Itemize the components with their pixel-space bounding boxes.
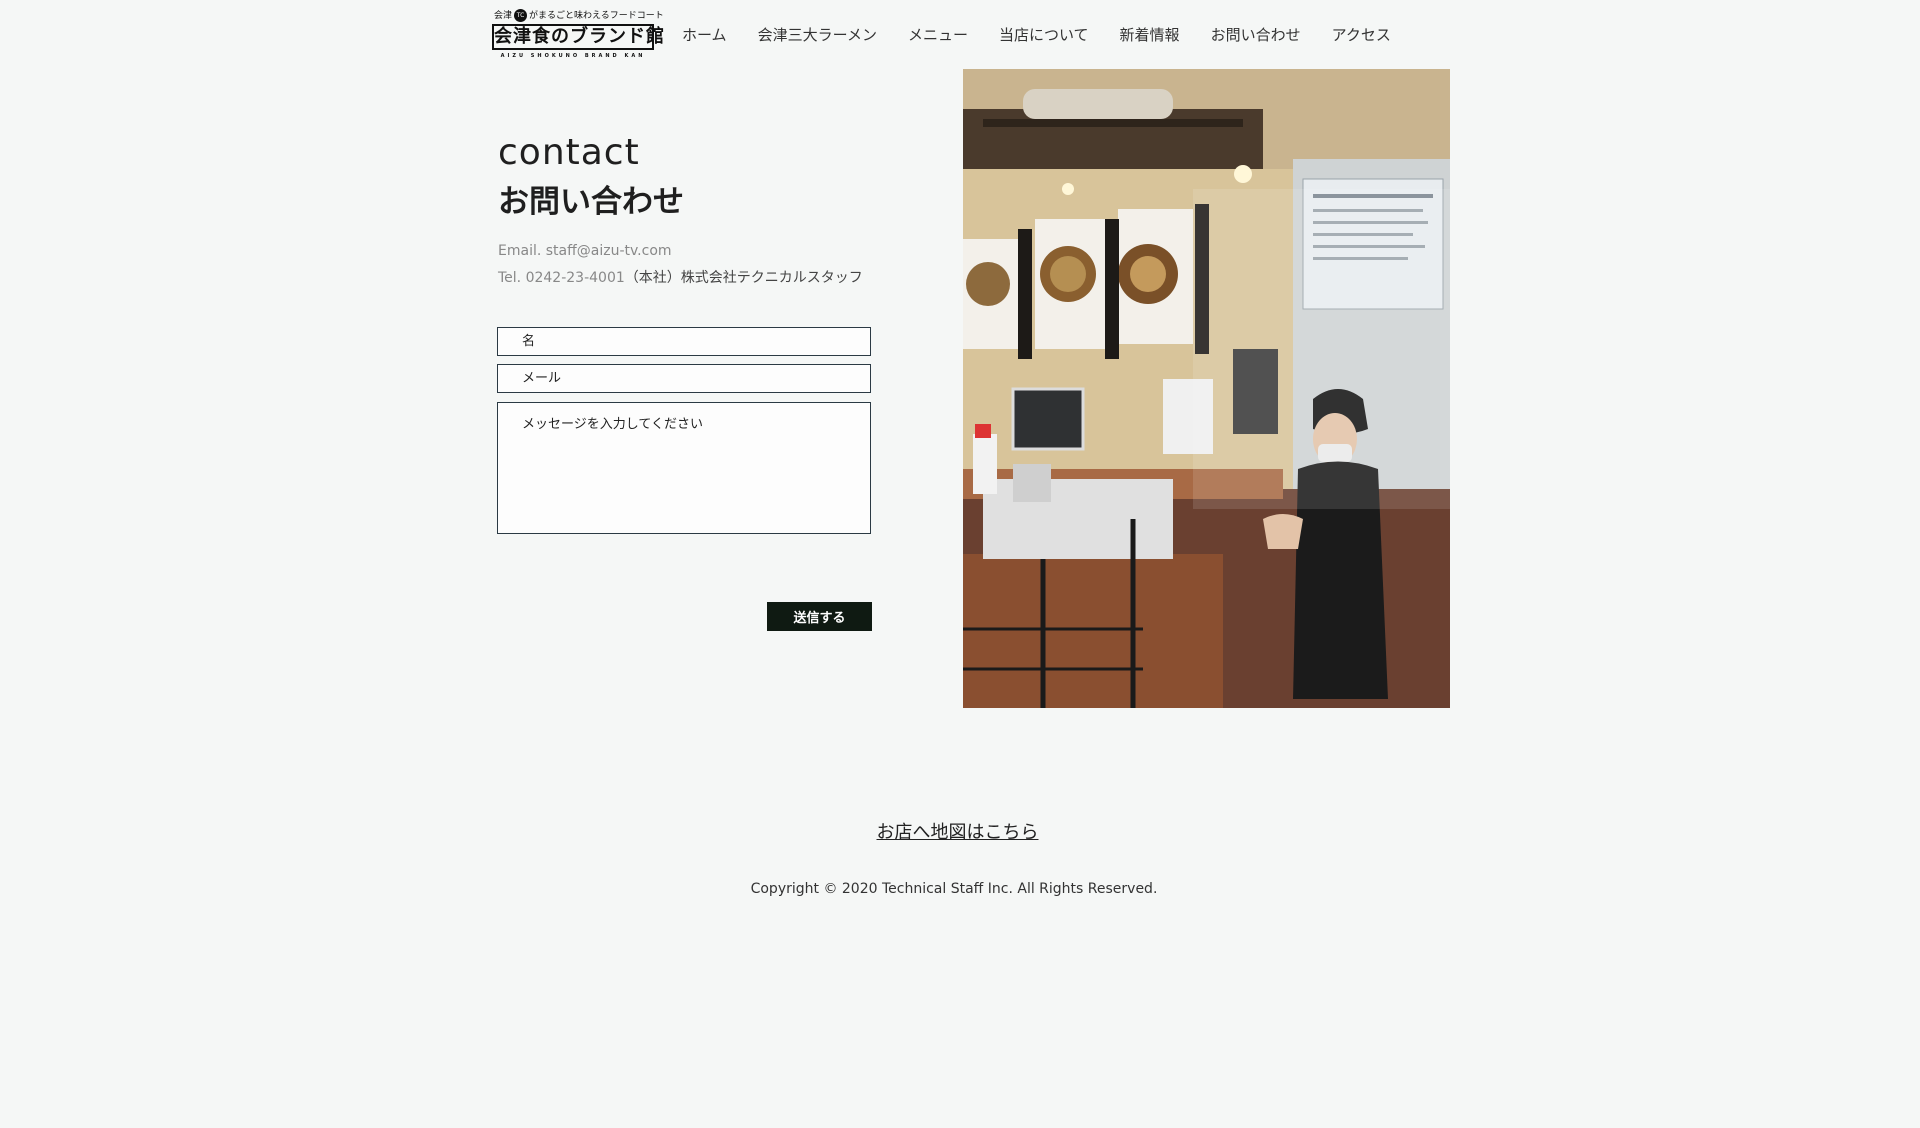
nav-item-about[interactable]: 当店について [999, 24, 1089, 48]
nav-item-ramen[interactable]: 会津三大ラーメン [758, 24, 877, 48]
message-field[interactable] [497, 402, 871, 534]
contact-tel-number[interactable]: Tel. 0242-23-4001 [498, 270, 625, 286]
submit-button[interactable]: 送信する [767, 602, 872, 631]
name-field[interactable] [497, 327, 871, 356]
contact-company: （本社）株式会社テクニカルスタッフ [624, 270, 863, 286]
email-field[interactable] [497, 364, 871, 393]
logo-tagline-suffix: がまるごと味わえるフードコート [529, 11, 664, 21]
contact-email[interactable]: Email. staff@aizu-tv.com [498, 243, 672, 259]
copyright-text: Copyright © 2020 Technical Staff Inc. Al… [750, 881, 1158, 897]
restaurant-counter-photo [963, 69, 1450, 708]
logo-tagline-prefix: 会津 [494, 11, 513, 21]
main-nav: ホーム 会津三大ラーメン メニュー 当店について 新着情報 お問い合わせ アクセ… [682, 24, 1422, 48]
logo-subtitle: AIZU SHOKUNO BRAND KAN [500, 53, 646, 59]
nav-item-contact[interactable]: お問い合わせ [1211, 24, 1301, 48]
contact-title-en: contact [498, 132, 640, 173]
contact-tel: Tel. 0242-23-4001（本社）株式会社テクニカルスタッフ [498, 267, 863, 287]
nav-item-home[interactable]: ホーム [682, 24, 727, 48]
restaurant-photo-illustration [963, 69, 1450, 708]
contact-title-ja: お問い合わせ [498, 184, 684, 220]
site-logo[interactable]: 会津 TC がまるごと味わえるフードコート 会津食のブランド館 AIZU SHOKU… [492, 8, 664, 60]
nav-item-menu[interactable]: メニュー [908, 24, 968, 48]
page: 会津 TC がまるごと味わえるフードコート 会津食のブランド館 AIZU SHOKU… [0, 0, 1920, 1128]
nav-item-access[interactable]: アクセス [1332, 24, 1391, 48]
tv-badge-icon: TC [514, 9, 528, 22]
map-link[interactable]: お店へ地図はこちら [0, 818, 1915, 844]
logo-tagline: 会津 TC がまるごと味わえるフードコート [494, 8, 664, 22]
nav-item-news[interactable]: 新着情報 [1120, 24, 1180, 48]
logo-name: 会津食のブランド館 [492, 24, 664, 50]
